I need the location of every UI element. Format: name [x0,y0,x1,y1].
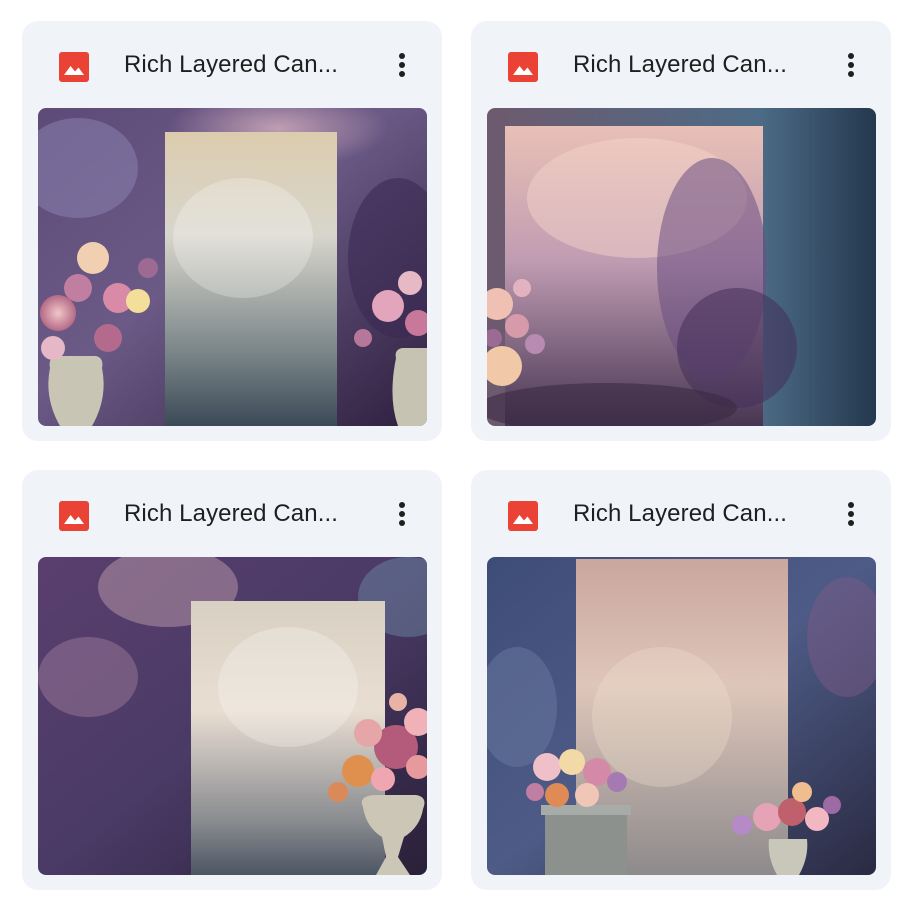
file-title: Rich Layered Can... [573,500,788,527]
file-thumbnail[interactable] [38,557,427,875]
more-vert-icon[interactable] [833,45,869,85]
file-card[interactable]: Rich Layered Can... [471,21,891,441]
more-vert-icon[interactable] [384,494,420,534]
file-title: Rich Layered Can... [573,51,788,78]
file-card-header: Rich Layered Can... [471,21,891,107]
image-file-icon [59,52,89,82]
thumbnail-image [487,557,876,875]
file-card-header: Rich Layered Can... [471,470,891,556]
file-title: Rich Layered Can... [124,51,339,78]
file-card[interactable]: Rich Layered Can... [22,21,442,441]
more-vert-icon[interactable] [384,45,420,85]
thumbnail-image [38,557,427,875]
file-card[interactable]: Rich Layered Can... [22,470,442,890]
more-vert-icon[interactable] [833,494,869,534]
image-file-icon [508,52,538,82]
file-thumbnail[interactable] [487,557,876,875]
file-card[interactable]: Rich Layered Can... [471,470,891,890]
file-grid: Rich Layered Can... Rich Layered Can... … [0,0,904,898]
thumbnail-image [38,108,427,426]
file-card-header: Rich Layered Can... [22,470,442,556]
thumbnail-image [487,108,876,426]
file-thumbnail[interactable] [487,108,876,426]
image-file-icon [59,501,89,531]
image-file-icon [508,501,538,531]
file-thumbnail[interactable] [38,108,427,426]
file-title: Rich Layered Can... [124,500,339,527]
file-card-header: Rich Layered Can... [22,21,442,107]
